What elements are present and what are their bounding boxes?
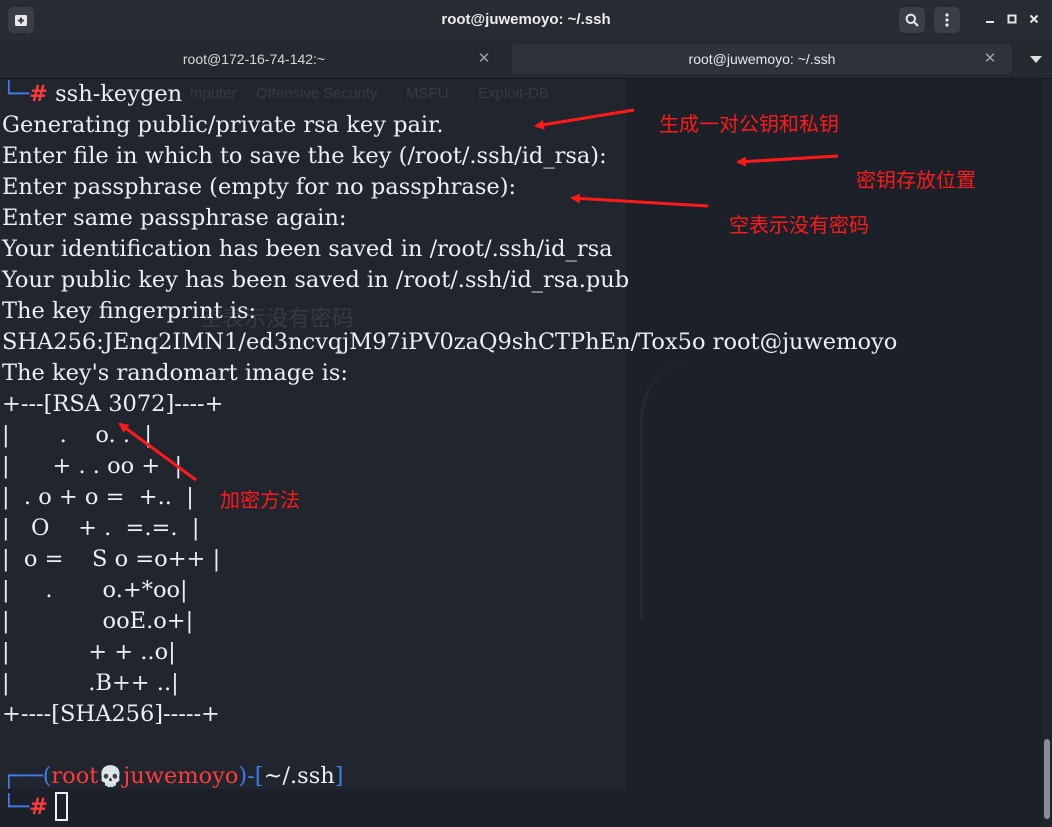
prompt-frame: )-[ (238, 763, 264, 789)
terminal-line: Your identification has been saved in /r… (2, 234, 1032, 265)
terminal-line-text: The key's randomart image is: (2, 360, 348, 386)
annotation-encryption: 加密方法 (220, 488, 300, 512)
minimize-icon (986, 21, 994, 23)
terminal-line: | o = S o =o++ | (2, 544, 1032, 575)
terminal-line: The key fingerprint is: (2, 296, 1032, 327)
chevron-down-icon (1030, 56, 1042, 63)
terminal-line-text: +---[RSA 3072]----+ (2, 391, 224, 417)
terminal-line: | . o. . | (2, 420, 1032, 451)
terminal-line-text: Enter passphrase (empty for no passphras… (2, 174, 517, 200)
terminal-line: | + . . oo + | (2, 451, 1032, 482)
prompt-hash: # (29, 794, 48, 820)
maximize-button[interactable] (1002, 10, 1022, 30)
terminal-line: Your public key has been saved in /root/… (2, 265, 1032, 296)
terminal-scrollbar[interactable] (1042, 79, 1052, 827)
kebab-menu-icon (945, 13, 949, 27)
terminal-line-text: Your identification has been saved in /r… (2, 236, 613, 262)
terminal-line-text: | + . . oo + | (2, 453, 183, 479)
annotation-empty-passphrase: 空表示没有密码 (729, 213, 869, 237)
title-bar: root@juwemoyo: ~/.ssh (0, 0, 1052, 40)
terminal-line: | ooE.o+| (2, 606, 1032, 637)
terminal-line: | .B++ ..| (2, 668, 1032, 699)
terminal-window: root@juwemoyo: ~/.ssh root@172-16-74-142… (0, 0, 1052, 827)
terminal-line-text: | . o.+*oo| (2, 577, 188, 603)
terminal-line: +---[RSA 3072]----+ (2, 389, 1032, 420)
terminal-line-text: SHA256:JEnq2IMN1/ed3ncvqjM97iPV0zaQ9shCT… (2, 329, 898, 355)
terminal-line: SHA256:JEnq2IMN1/ed3ncvqjM97iPV0zaQ9shCT… (2, 327, 1032, 358)
close-button[interactable] (1024, 10, 1044, 30)
prompt-host: juwemoyo (123, 763, 239, 789)
annotation-location: 密钥存放位置 (856, 168, 976, 192)
tab-root-juwemoyo[interactable]: root@juwemoyo: ~/.ssh ✕ (512, 44, 1012, 74)
terminal-line-text: | .B++ ..| (2, 670, 179, 696)
terminal-line: The key's randomart image is: (2, 358, 1032, 389)
terminal-line-text: | + + ..o| (2, 639, 176, 665)
terminal-line-text: | o = S o =o++ | (2, 546, 221, 572)
terminal-line-text: Enter same passphrase again: (2, 205, 347, 231)
terminal-line: | . o + o = +.. | (2, 482, 1032, 513)
tab-close-icon[interactable]: ✕ (980, 44, 1000, 74)
search-icon (905, 13, 919, 27)
terminal-line: | . o.+*oo| (2, 575, 1032, 606)
prompt-frame: ┌──( (2, 763, 52, 789)
terminal-line-text: | . o. . | (2, 422, 152, 448)
tab-bar: root@172-16-74-142:~ ✕ root@juwemoyo: ~/… (0, 40, 1052, 79)
terminal-line-text: | . o + o = +.. | (2, 484, 194, 510)
prompt-line: ┌──(root💀juwemoyo)-[~/.ssh] (2, 761, 1032, 792)
tab-root-172-16-74-142[interactable]: root@172-16-74-142:~ ✕ (0, 44, 508, 74)
maximize-icon (1007, 14, 1017, 24)
prompt-frame: ] (334, 763, 344, 789)
prompt-input-line[interactable]: └─# (2, 792, 1032, 823)
close-icon (1029, 14, 1039, 24)
tab-close-icon[interactable]: ✕ (474, 44, 494, 74)
prompt-user: root (51, 763, 99, 789)
prompt-path: ~/.ssh (263, 763, 335, 789)
terminal-line: +----[SHA256]-----+ (2, 699, 1032, 730)
terminal-line-text: +----[SHA256]-----+ (2, 701, 220, 727)
tab-label: root@juwemoyo: ~/.ssh (688, 51, 836, 67)
terminal-line-text: Generating public/private rsa key pair. (2, 112, 444, 138)
prompt-hash: # (29, 81, 48, 107)
terminal-line-text: | ooE.o+| (2, 608, 194, 634)
prompt-frame: └─ (2, 794, 30, 820)
tab-list-dropdown[interactable] (1026, 53, 1046, 67)
terminal-line: Enter same passphrase again: (2, 203, 1032, 234)
tab-label: root@172-16-74-142:~ (182, 51, 326, 67)
terminal-line: Generating public/private rsa key pair. (2, 110, 1032, 141)
text-cursor[interactable] (55, 792, 69, 821)
terminal-line: └─# ssh-keygen (2, 79, 1032, 110)
terminal-line-text: | O + . =.=. | (2, 515, 200, 541)
minimize-button[interactable] (980, 10, 1000, 30)
window-title: root@juwemoyo: ~/.ssh (441, 11, 611, 28)
prompt-frame: └─ (2, 81, 30, 107)
annotation-keypair: 生成一对公钥和私钥 (659, 112, 839, 136)
terminal-line: | + + ..o| (2, 637, 1032, 668)
skull-icon: 💀 (98, 764, 124, 788)
menu-button[interactable] (934, 7, 960, 33)
scrollbar-thumb[interactable] (1044, 739, 1050, 819)
terminal-line: | O + . =.=. | (2, 513, 1032, 544)
search-button[interactable] (899, 7, 925, 33)
terminal-line-text: The key fingerprint is: (2, 298, 257, 324)
terminal-line-text: ssh-keygen (47, 81, 183, 107)
terminal-line-text: Your public key has been saved in /root/… (2, 267, 630, 293)
terminal-line-text: Enter file in which to save the key (/ro… (2, 143, 607, 169)
